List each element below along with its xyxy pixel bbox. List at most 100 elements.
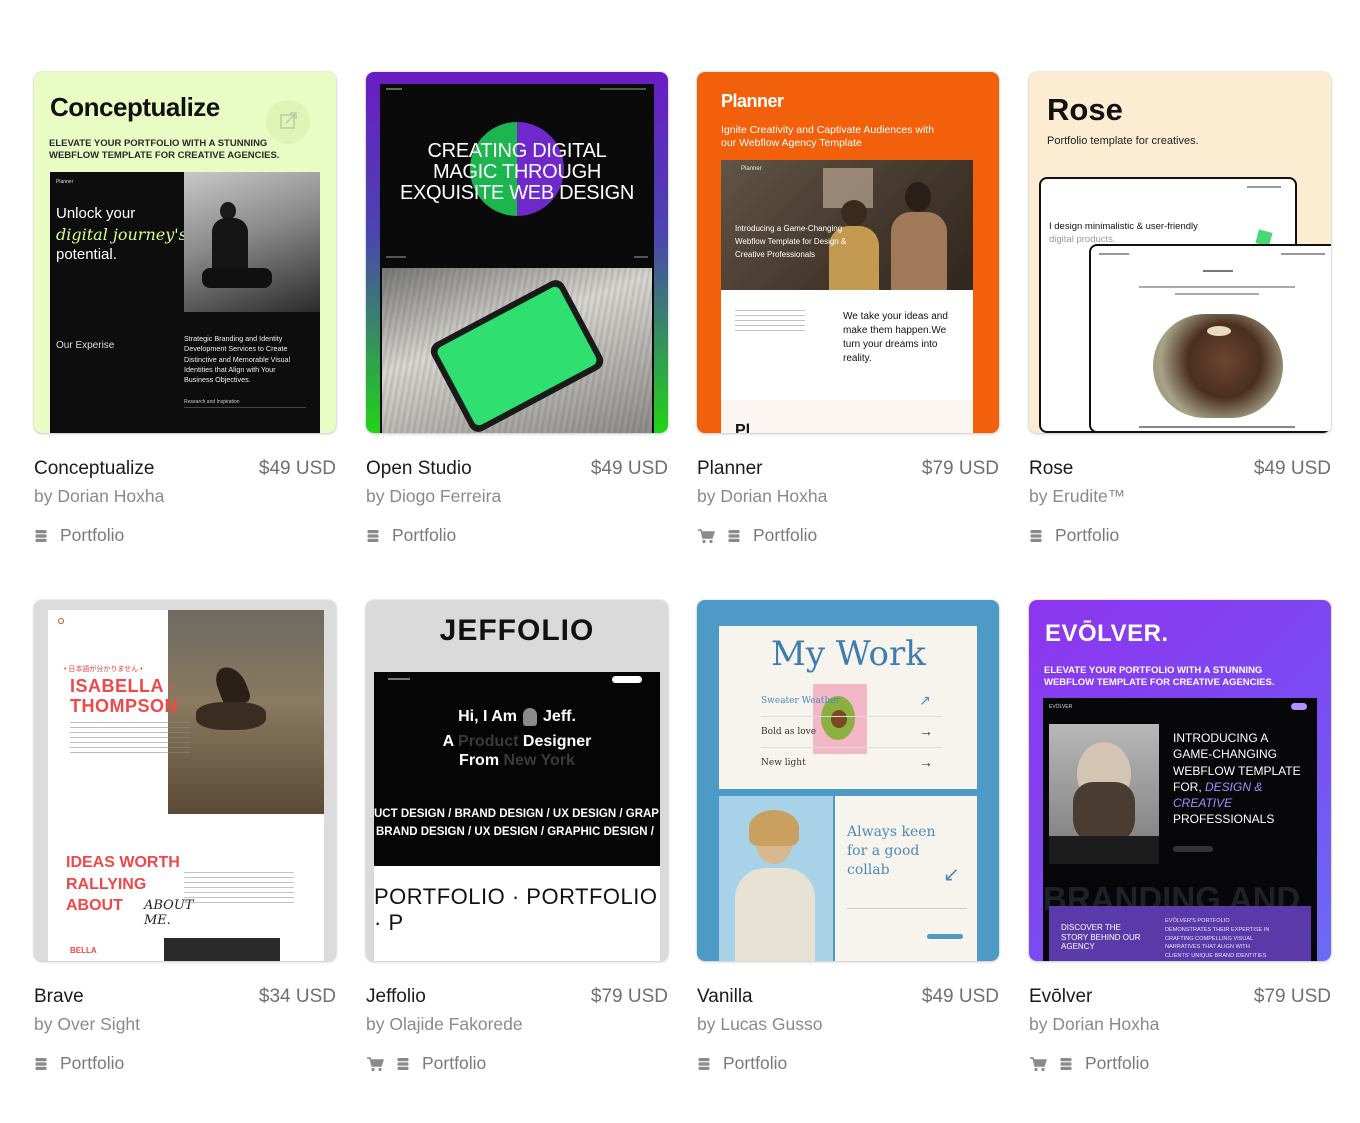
- category-label: Portfolio: [753, 525, 818, 545]
- category-tag[interactable]: Portfolio: [366, 1053, 486, 1074]
- intro-text: Introducing a Game-Changing Webflow Temp…: [735, 224, 847, 259]
- category-tag[interactable]: Portfolio: [1029, 1053, 1149, 1074]
- category-tag[interactable]: Portfolio: [1029, 525, 1119, 546]
- category-label: Portfolio: [1085, 1053, 1150, 1073]
- template-name[interactable]: Rose: [1029, 458, 1073, 480]
- template-preview[interactable]: • 日本語が分かりません • ISABELLA - THOMPSON IDEAS…: [34, 600, 336, 961]
- template-card-conceptualize[interactable]: Conceptualize ELEVATE YOUR PORTFOLIO WIT…: [34, 72, 336, 553]
- arrow-down-left-icon[interactable]: ↙: [943, 862, 960, 887]
- stack-icon: [1059, 1056, 1075, 1072]
- template-preview[interactable]: CREATING DIGITAL MAGIC THROUGH EXQUISITE…: [366, 72, 668, 433]
- template-name[interactable]: Jeffolio: [366, 986, 426, 1008]
- template-preview[interactable]: Rose Portfolio template for creatives. I…: [1029, 72, 1331, 433]
- template-name[interactable]: Open Studio: [366, 458, 472, 480]
- nav-logo: Planner: [741, 166, 762, 172]
- quote-text: We take your ideas and make them happen.…: [843, 311, 948, 364]
- ticker-line1: UCT DESIGN / BRAND DESIGN / UX DESIGN / …: [374, 808, 659, 820]
- template-card-planner[interactable]: Planner Ignite Creativity and Captivate …: [697, 72, 999, 553]
- template-name[interactable]: Vanilla: [697, 986, 753, 1008]
- template-preview[interactable]: EVŌLVER. ELEVATE YOUR PORTFOLIO WITH A S…: [1029, 600, 1331, 961]
- preview-title: Conceptualize: [50, 92, 220, 122]
- template-author[interactable]: by Dorian Hoxha: [697, 486, 827, 507]
- cart-icon: [366, 1056, 386, 1072]
- template-author[interactable]: by Diogo Ferreira: [366, 486, 501, 507]
- template-price: $79 USD: [590, 986, 668, 1007]
- template-price: $79 USD: [921, 458, 999, 479]
- hero-photo: [168, 610, 324, 814]
- category-label: Portfolio: [422, 1053, 487, 1073]
- stack-icon: [34, 528, 50, 544]
- preview-tagline: ELEVATE YOUR PORTFOLIO WITH A STUNNING W…: [1044, 665, 1275, 688]
- my-work-title: My Work: [771, 634, 926, 674]
- template-card-rose[interactable]: Rose Portfolio template for creatives. I…: [1029, 72, 1331, 553]
- stack-icon: [1029, 528, 1045, 544]
- template-card-vanilla[interactable]: My Work Sweater Weather Bold as love New…: [697, 600, 999, 1081]
- template-name[interactable]: Conceptualize: [34, 458, 154, 480]
- stack-icon: [697, 1056, 713, 1072]
- template-card-open-studio[interactable]: CREATING DIGITAL MAGIC THROUGH EXQUISITE…: [366, 72, 668, 553]
- template-name[interactable]: Planner: [697, 458, 763, 480]
- template-card-jeffolio[interactable]: JEFFOLIO Hi, I Am Jeff. A Product Design…: [366, 600, 668, 1081]
- work-item-2[interactable]: Bold as love: [761, 727, 816, 737]
- preview-title: JEFFOLIO: [439, 614, 595, 647]
- hero-photo: [184, 172, 320, 312]
- category-tag[interactable]: Portfolio: [697, 1053, 787, 1074]
- template-author[interactable]: by Dorian Hoxha: [1029, 1014, 1159, 1035]
- template-preview[interactable]: Conceptualize ELEVATE YOUR PORTFOLIO WIT…: [34, 72, 336, 433]
- template-author[interactable]: by Over Sight: [34, 1014, 140, 1035]
- category-tag[interactable]: Portfolio: [697, 525, 817, 546]
- template-price: $34 USD: [258, 986, 336, 1007]
- arrow-icon[interactable]: →: [919, 754, 933, 770]
- arrow-icon[interactable]: →: [919, 723, 933, 739]
- template-author[interactable]: by Erudite™: [1029, 486, 1125, 507]
- hero-line3: potential.: [56, 246, 117, 263]
- cart-icon: [1029, 1056, 1049, 1072]
- work-item-3[interactable]: New light: [761, 758, 806, 768]
- template-preview[interactable]: My Work Sweater Weather Bold as love New…: [697, 600, 999, 961]
- template-price: $49 USD: [258, 458, 336, 479]
- template-price: $49 USD: [1253, 458, 1331, 479]
- category-tag[interactable]: Portfolio: [34, 525, 124, 546]
- arrow-icon[interactable]: ↗: [919, 692, 931, 709]
- category-label: Portfolio: [723, 1053, 788, 1073]
- hero-name-line1: ISABELLA -: [70, 676, 176, 696]
- template-author[interactable]: by Olajide Fakorede: [366, 1014, 523, 1035]
- template-author[interactable]: by Lucas Gusso: [697, 1014, 822, 1035]
- template-card-evolver[interactable]: EVŌLVER. ELEVATE YOUR PORTFOLIO WITH A S…: [1029, 600, 1331, 1081]
- work-item-1[interactable]: Sweater Weather: [761, 696, 840, 706]
- discover-text: DISCOVER THE STORY BEHIND OUR AGENCY: [1061, 923, 1141, 951]
- preview-subtitle: Portfolio template for creatives.: [1047, 135, 1199, 147]
- template-author[interactable]: by Dorian Hoxha: [34, 486, 164, 507]
- preview-logo: Planner: [721, 91, 784, 111]
- kana-text: • 日本語が分かりません •: [64, 666, 143, 673]
- preview-tagline: ELEVATE YOUR PORTFOLIO WITH A STUNNING W…: [49, 138, 280, 161]
- category-label: Portfolio: [1055, 525, 1120, 545]
- template-price: $49 USD: [921, 986, 999, 1007]
- mock-text-1: I design minimalistic & user-friendly: [1049, 221, 1198, 232]
- template-card-brave[interactable]: • 日本語が分かりません • ISABELLA - THOMPSON IDEAS…: [34, 600, 336, 1081]
- preview-screen: CREATING DIGITAL MAGIC THROUGH EXQUISITE…: [380, 84, 654, 433]
- preview-screen: Planner Unlock your digital journey's po…: [50, 172, 320, 433]
- template-name[interactable]: Brave: [34, 986, 84, 1008]
- template-preview[interactable]: JEFFOLIO Hi, I Am Jeff. A Product Design…: [366, 600, 668, 961]
- small-text: EVŌLVER'S PORTFOLIO DEMONSTRATES THEIR E…: [1165, 918, 1270, 960]
- hero-headline-line2: A Product Designer: [442, 733, 592, 750]
- sub-label: Research and Inspiration: [184, 399, 240, 405]
- stack-icon: [396, 1056, 412, 1072]
- marquee-text: PORTFOLIO · PORTFOLIO · P: [374, 884, 658, 935]
- category-tag[interactable]: Portfolio: [34, 1053, 124, 1074]
- section-label: Our Experise: [56, 340, 115, 351]
- category-label: Portfolio: [60, 525, 125, 545]
- bella-label: BELLA: [70, 946, 97, 955]
- ticker-line2: BRAND DESIGN / UX DESIGN / GRAPHIC DESIG…: [376, 826, 654, 838]
- preview-tagline: Ignite Creativity and Captivate Audience…: [721, 124, 935, 149]
- template-preview[interactable]: Planner Ignite Creativity and Captivate …: [697, 72, 999, 433]
- hero-headline-line1: Hi, I Am Jeff.: [374, 708, 660, 726]
- nav-logo: Planner: [56, 179, 74, 185]
- template-name[interactable]: Evōlver: [1029, 986, 1092, 1008]
- nav-logo: EVŌLVER: [1049, 704, 1073, 710]
- category-tag[interactable]: Portfolio: [366, 525, 456, 546]
- hi-text: Hi, I Am: [458, 708, 518, 725]
- preview-panel-top: My Work Sweater Weather Bold as love New…: [719, 626, 977, 789]
- portrait-photo: [1049, 724, 1159, 864]
